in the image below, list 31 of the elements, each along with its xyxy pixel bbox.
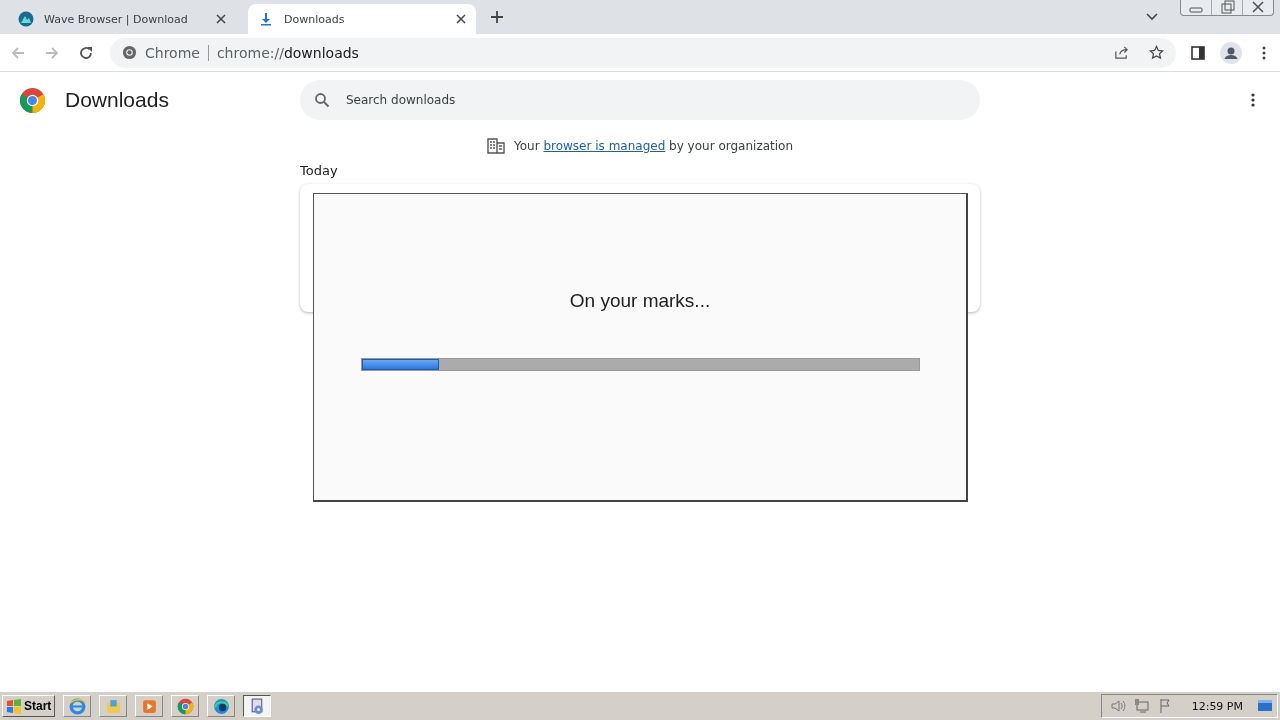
search-icon [314,92,330,108]
chevron-down-icon[interactable] [1146,13,1158,21]
windows-logo-icon [6,698,22,714]
status-message: On your marks... [569,290,711,312]
browser-tab[interactable]: Wave Browser | Download [8,4,236,34]
managed-notice: Your browser is managed by your organization [513,139,794,153]
play-icon [140,697,158,715]
date-heading: Today [300,163,339,178]
folder-icon [104,697,122,715]
browser-e-icon [68,697,86,715]
close-icon[interactable] [456,14,466,24]
show-desktop-icon[interactable] [1257,698,1273,714]
chrome-logo-icon [20,87,45,113]
share-icon[interactable] [1114,45,1129,60]
profile-icon[interactable] [1220,41,1242,64]
browser-tab[interactable]: Downloads [248,4,476,34]
page-title: Downloads [65,88,169,112]
new-tab-icon[interactable] [490,10,504,24]
building-icon [486,138,505,154]
more-icon[interactable] [1250,92,1256,108]
globe-icon [18,11,34,27]
side-panel-icon[interactable] [1190,44,1206,61]
clock: 12:59 PM [1191,699,1243,713]
managed-link[interactable]: browser is managed [543,139,666,153]
search-field[interactable]: Search downloads [300,80,980,120]
taskbar-app[interactable] [243,695,272,717]
address-bar[interactable]: Chrome chrome://downloads [110,37,1176,68]
start-button[interactable]: Start [2,695,56,717]
star-icon[interactable] [1149,45,1164,60]
download-icon [258,11,274,27]
close-icon[interactable] [216,14,226,24]
